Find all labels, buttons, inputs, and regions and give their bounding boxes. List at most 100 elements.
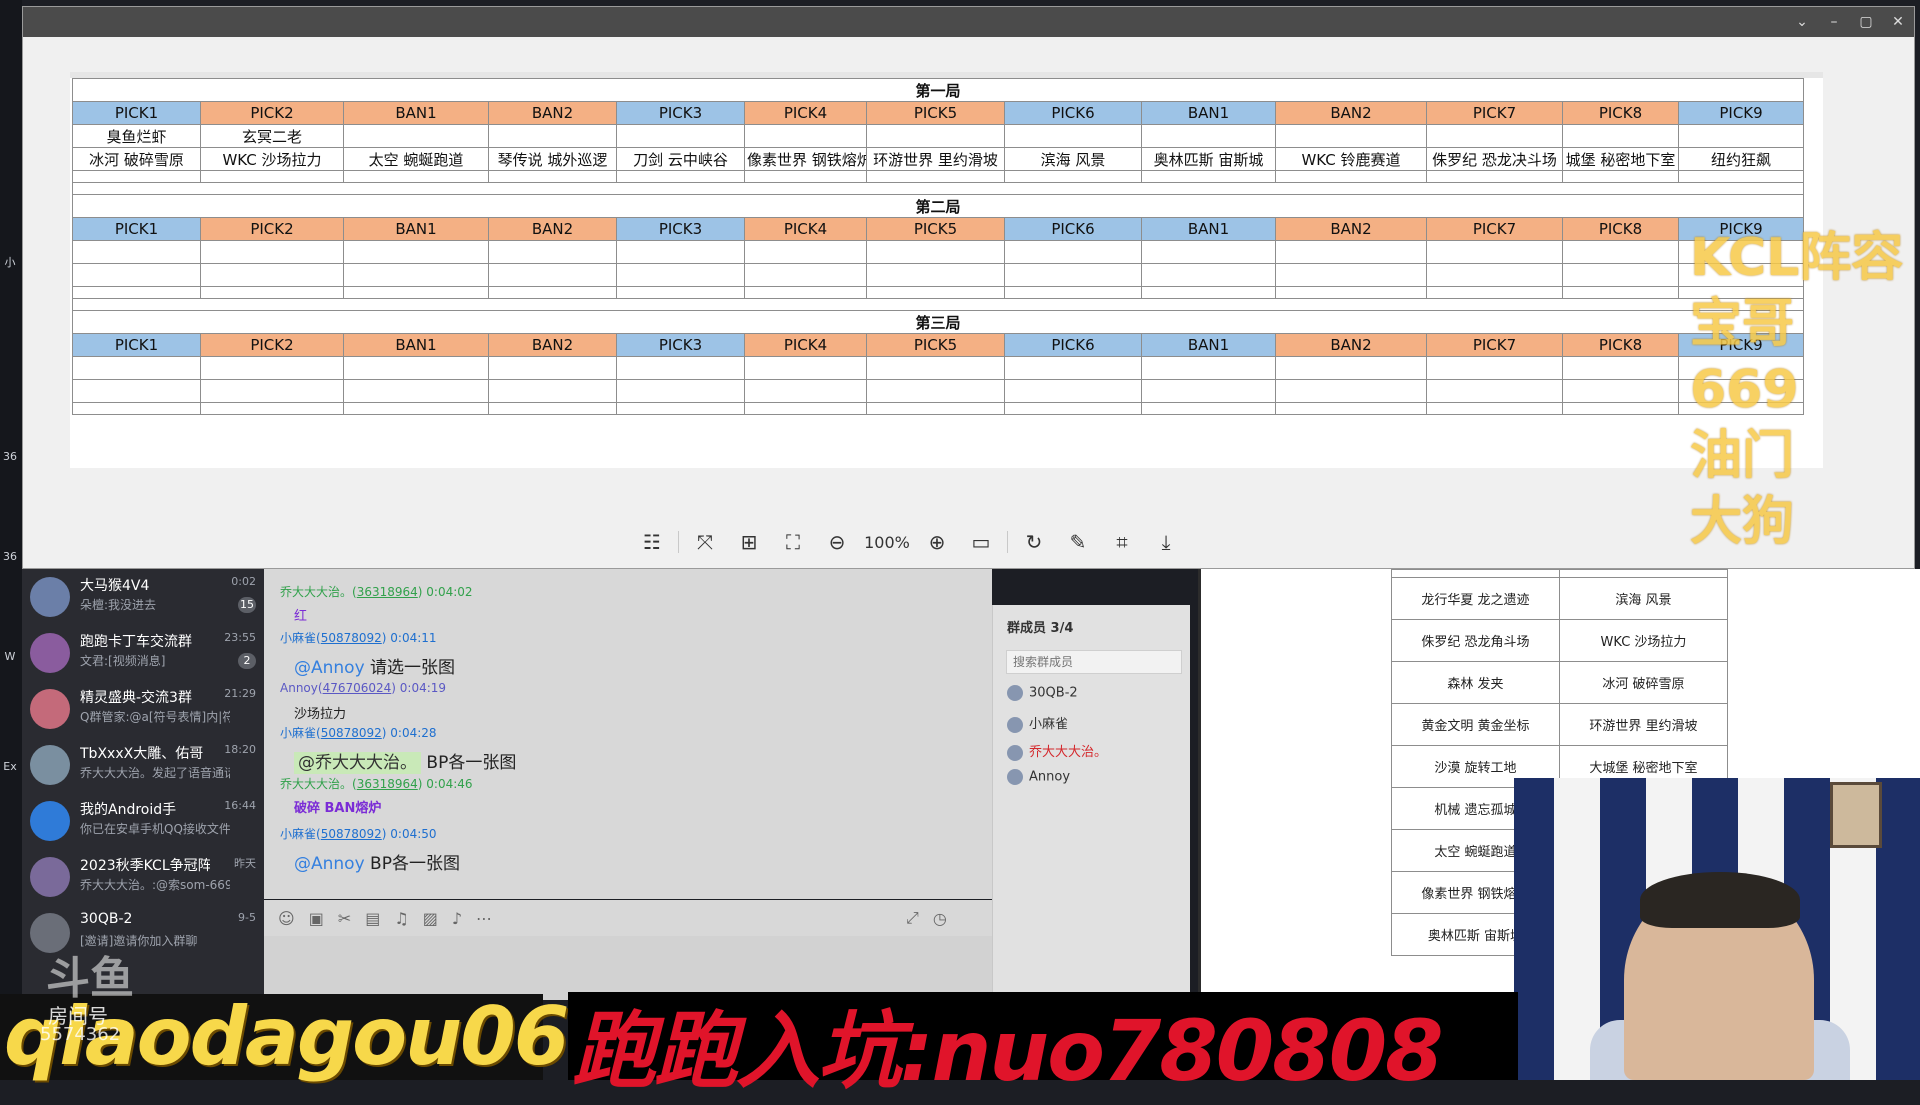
table-cell[interactable]: 侏罗纪 恐龙决斗场 bbox=[1426, 147, 1563, 171]
table-cell[interactable]: 纽约狂飙 bbox=[1677, 147, 1805, 171]
table-cell[interactable] bbox=[616, 240, 745, 264]
sender-id[interactable]: 36318964 bbox=[357, 585, 418, 599]
actual-size-icon[interactable]: ▭ bbox=[959, 527, 1003, 557]
table-cell[interactable] bbox=[1004, 124, 1142, 148]
table-cell[interactable] bbox=[616, 124, 745, 148]
table-cell[interactable] bbox=[744, 356, 867, 380]
table-cell[interactable] bbox=[1275, 356, 1427, 380]
sender-id[interactable]: 50878092 bbox=[321, 827, 382, 841]
table-cell[interactable] bbox=[72, 379, 201, 403]
table-cell[interactable] bbox=[200, 263, 344, 287]
table-cell[interactable] bbox=[1677, 124, 1805, 148]
scissors-icon[interactable]: ✂ bbox=[338, 909, 351, 928]
table-cell[interactable] bbox=[866, 124, 1005, 148]
emoji-icon[interactable]: ☺ bbox=[278, 909, 295, 928]
table-cell[interactable] bbox=[1141, 356, 1276, 380]
table-cell[interactable] bbox=[343, 263, 489, 287]
table-cell[interactable]: 琴传说 城外巡逻 bbox=[488, 147, 617, 171]
table-cell[interactable]: 臭鱼烂虾 bbox=[72, 124, 201, 148]
fit-screen-icon[interactable]: ⤧ bbox=[683, 527, 727, 557]
fullscreen-icon[interactable]: ⛶ bbox=[771, 527, 815, 557]
table-cell[interactable] bbox=[488, 240, 617, 264]
table-cell[interactable] bbox=[200, 240, 344, 264]
table-cell[interactable] bbox=[200, 379, 344, 403]
sender-id[interactable]: 50878092 bbox=[321, 726, 382, 740]
contact-item[interactable]: 2023秋季KCL争冠阵 昨天乔大大大治。:@索som-66906 bbox=[22, 849, 264, 905]
table-cell[interactable] bbox=[866, 356, 1005, 380]
contact-item[interactable]: 我的Android手 16:44 你已在安卓手机QQ接收文件 bbox=[22, 793, 264, 849]
table-cell[interactable] bbox=[343, 240, 489, 264]
table-cell[interactable] bbox=[616, 356, 745, 380]
table-cell[interactable] bbox=[488, 124, 617, 148]
table-cell[interactable] bbox=[1275, 263, 1427, 287]
folder-icon[interactable]: ▤ bbox=[365, 909, 380, 928]
sender-name[interactable]: 小麻雀 bbox=[280, 827, 316, 841]
close-button[interactable]: ✕ bbox=[1882, 7, 1914, 37]
table-cell[interactable] bbox=[1562, 356, 1679, 380]
table-cell[interactable] bbox=[1275, 240, 1427, 264]
contact-item[interactable]: 跑跑卡丁车交流群 23:55 文君:[视频消息] 2 bbox=[22, 625, 264, 681]
table-cell[interactable]: WKC 沙场拉力 bbox=[200, 147, 344, 171]
sender-name[interactable]: 乔大大大治。 bbox=[280, 585, 352, 599]
table-cell[interactable]: 奥林匹斯 宙斯城 bbox=[1141, 147, 1276, 171]
member-item[interactable]: 小麻雀 bbox=[1007, 713, 1068, 733]
table-cell[interactable] bbox=[744, 379, 867, 403]
sender-name[interactable]: 乔大大大治。 bbox=[280, 777, 352, 791]
table-cell[interactable] bbox=[1004, 379, 1142, 403]
zoom-out-icon[interactable]: ⊖ bbox=[815, 527, 859, 557]
table-cell[interactable]: 刀剑 云中峡谷 bbox=[616, 147, 745, 171]
table-cell[interactable]: 玄冥二老 bbox=[200, 124, 344, 148]
table-cell[interactable] bbox=[1426, 263, 1563, 287]
sender-name[interactable]: 小麻雀 bbox=[280, 631, 316, 645]
sender-name[interactable]: 小麻雀 bbox=[280, 726, 316, 740]
table-cell[interactable] bbox=[744, 263, 867, 287]
table-cell[interactable] bbox=[488, 263, 617, 287]
table-cell[interactable] bbox=[1141, 379, 1276, 403]
contact-item[interactable]: TbXxxX大雕、佑哥 18:20 乔大大大治。发起了语音通话 bbox=[22, 737, 264, 793]
table-cell[interactable] bbox=[72, 263, 201, 287]
table-cell[interactable] bbox=[866, 379, 1005, 403]
minimize-button[interactable]: – bbox=[1818, 7, 1850, 37]
maximize-button[interactable]: ▢ bbox=[1850, 7, 1882, 37]
table-cell[interactable]: 像素世界 钢铁熔炉 bbox=[744, 147, 867, 171]
table-cell[interactable] bbox=[488, 379, 617, 403]
expand-icon[interactable]: ⤢ bbox=[906, 908, 919, 928]
table-cell[interactable] bbox=[1275, 124, 1427, 148]
table-cell[interactable]: 滨海 风景 bbox=[1004, 147, 1142, 171]
member-search-input[interactable] bbox=[1006, 650, 1182, 674]
table-cell[interactable] bbox=[343, 379, 489, 403]
table-cell[interactable] bbox=[866, 240, 1005, 264]
mention[interactable]: @乔大大大治。 bbox=[294, 752, 421, 774]
history-icon[interactable]: ◷ bbox=[933, 909, 947, 928]
table-cell[interactable] bbox=[866, 263, 1005, 287]
table-cell[interactable]: 太空 蜿蜒跑道 bbox=[343, 147, 489, 171]
table-cell[interactable] bbox=[343, 356, 489, 380]
table-cell[interactable] bbox=[488, 356, 617, 380]
mention[interactable]: @Annoy bbox=[294, 854, 365, 874]
table-cell[interactable] bbox=[1141, 124, 1276, 148]
thumbnails-icon[interactable]: ☷ bbox=[630, 527, 674, 557]
more-icon[interactable]: ⋯ bbox=[476, 909, 492, 928]
table-cell[interactable] bbox=[1562, 263, 1679, 287]
table-cell[interactable] bbox=[1004, 263, 1142, 287]
table-cell[interactable]: WKC 铃鹿赛道 bbox=[1275, 147, 1427, 171]
table-cell[interactable] bbox=[200, 356, 344, 380]
member-item[interactable]: Annoy bbox=[1007, 769, 1070, 785]
table-cell[interactable] bbox=[1426, 124, 1563, 148]
table-cell[interactable] bbox=[1275, 379, 1427, 403]
member-item[interactable]: 乔大大大治。 bbox=[1007, 741, 1107, 761]
table-cell[interactable] bbox=[1141, 263, 1276, 287]
edit-icon[interactable]: ✎ bbox=[1056, 527, 1100, 557]
table-cell[interactable]: 环游世界 里约滑坡 bbox=[866, 147, 1005, 171]
mention[interactable]: @Annoy bbox=[294, 658, 365, 678]
crop-icon[interactable]: ⌗ bbox=[1100, 527, 1144, 557]
gif-icon[interactable]: ▣ bbox=[309, 909, 324, 928]
table-cell[interactable] bbox=[616, 263, 745, 287]
zoom-in-icon[interactable]: ⊕ bbox=[915, 527, 959, 557]
table-cell[interactable] bbox=[72, 240, 201, 264]
table-cell[interactable] bbox=[1004, 240, 1142, 264]
sender-id[interactable]: 476706024 bbox=[323, 681, 392, 695]
bell-icon[interactable]: ♪ bbox=[452, 909, 462, 928]
contact-item[interactable]: 大马猴4V4 0:02 朵檀:我没进去 15 bbox=[22, 569, 264, 625]
table-cell[interactable] bbox=[1562, 379, 1679, 403]
